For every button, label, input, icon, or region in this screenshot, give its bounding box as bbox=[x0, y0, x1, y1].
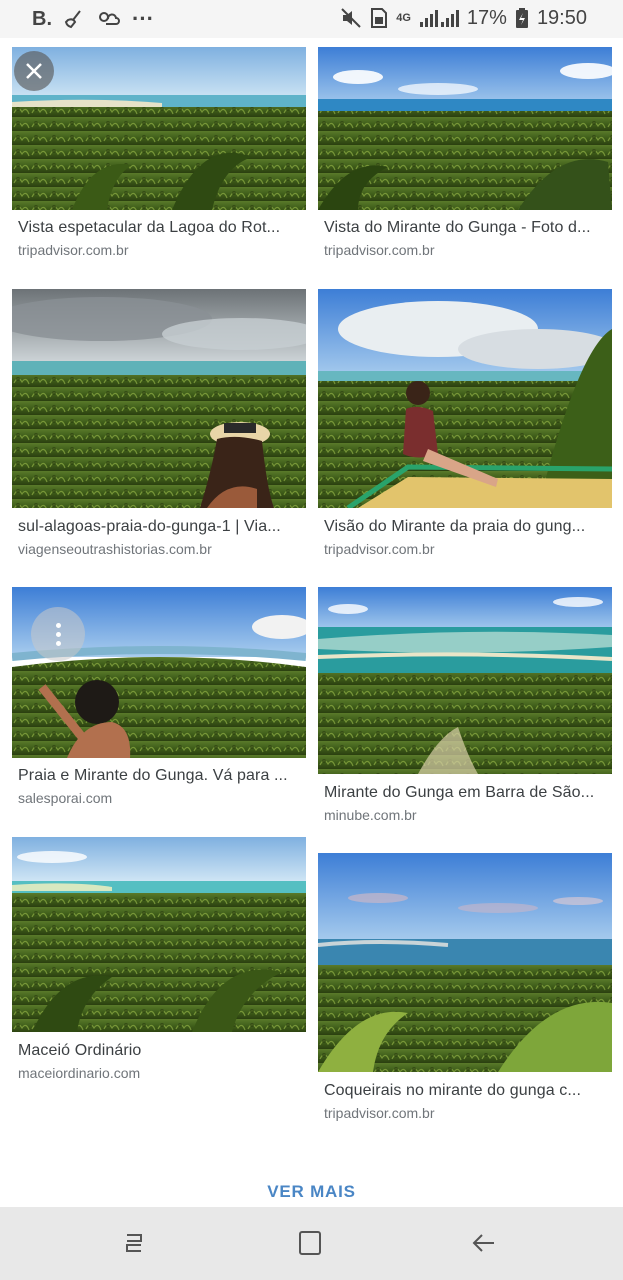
battery-icon bbox=[515, 6, 529, 30]
result-card[interactable]: Praia e Mirante do Gunga. Vá para ... sa… bbox=[12, 587, 306, 812]
result-source: minube.com.br bbox=[324, 807, 417, 823]
result-thumbnail[interactable] bbox=[12, 47, 306, 210]
sim-icon bbox=[370, 6, 388, 30]
result-title[interactable]: Vista espetacular da Lagoa do Rot... bbox=[18, 219, 300, 237]
more-options-button[interactable] bbox=[31, 607, 85, 661]
result-title[interactable]: Mirante do Gunga em Barra de São... bbox=[324, 784, 606, 802]
broom-icon bbox=[64, 7, 84, 31]
result-thumbnail[interactable] bbox=[318, 587, 612, 774]
result-source: tripadvisor.com.br bbox=[324, 1105, 435, 1121]
result-thumbnail[interactable] bbox=[12, 837, 306, 1032]
network-type: 4G bbox=[396, 12, 411, 24]
result-title[interactable]: Coqueirais no mirante do gunga c... bbox=[324, 1082, 606, 1100]
home-button[interactable] bbox=[294, 1227, 326, 1259]
more-dots-icon: ··· bbox=[132, 6, 154, 31]
result-source: tripadvisor.com.br bbox=[18, 242, 129, 258]
result-thumbnail[interactable] bbox=[318, 853, 612, 1072]
result-card[interactable]: Mirante do Gunga em Barra de São... minu… bbox=[318, 587, 612, 832]
b-app-icon: B. bbox=[32, 7, 52, 30]
mute-icon bbox=[340, 6, 362, 30]
back-icon bbox=[472, 1234, 494, 1252]
result-source: tripadvisor.com.br bbox=[324, 541, 435, 557]
result-title[interactable]: Praia e Mirante do Gunga. Vá para ... bbox=[18, 767, 300, 785]
home-icon bbox=[299, 1231, 321, 1255]
result-thumbnail[interactable] bbox=[318, 47, 612, 210]
result-card[interactable]: Maceió Ordinário maceiordinario.com bbox=[12, 837, 306, 1087]
result-thumbnail[interactable] bbox=[318, 289, 612, 508]
status-right: 4G 17% 19:50 bbox=[340, 6, 587, 30]
result-card[interactable]: sul-alagoas-praia-do-gunga-1 | Via... vi… bbox=[12, 289, 306, 564]
status-left: B. ··· bbox=[32, 6, 154, 32]
result-title[interactable]: Visão do Mirante da praia do gung... bbox=[324, 518, 606, 536]
close-button[interactable] bbox=[14, 51, 54, 91]
dot-icon bbox=[55, 640, 61, 646]
result-card[interactable]: Vista espetacular da Lagoa do Rot... tri… bbox=[12, 47, 306, 267]
result-title[interactable]: Maceió Ordinário bbox=[18, 1042, 300, 1060]
result-source: tripadvisor.com.br bbox=[324, 242, 435, 258]
weather-icon bbox=[96, 7, 120, 31]
battery-percent: 17% bbox=[466, 6, 507, 29]
status-bar: B. ··· 4G 17% 19:50 bbox=[0, 0, 623, 38]
result-card[interactable]: Coqueirais no mirante do gunga c... trip… bbox=[318, 853, 612, 1128]
result-thumbnail[interactable] bbox=[12, 289, 306, 508]
signal-icon bbox=[419, 6, 459, 30]
back-button[interactable] bbox=[468, 1227, 500, 1259]
result-source: maceiordinario.com bbox=[18, 1065, 141, 1081]
result-title[interactable]: sul-alagoas-praia-do-gunga-1 | Via... bbox=[18, 518, 300, 536]
navigation-bar bbox=[0, 1207, 623, 1280]
result-card[interactable]: Vista do Mirante do Gunga - Foto d... tr… bbox=[318, 47, 612, 267]
result-source: viagenseoutrashistorias.com.br bbox=[18, 541, 212, 557]
result-title[interactable]: Vista do Mirante do Gunga - Foto d... bbox=[324, 219, 606, 237]
dot-icon bbox=[55, 631, 61, 637]
recents-icon bbox=[126, 1234, 142, 1252]
dot-icon bbox=[55, 622, 61, 628]
see-more-button[interactable]: VER MAIS bbox=[0, 1182, 623, 1202]
result-source: salesporai.com bbox=[18, 790, 113, 806]
close-icon bbox=[26, 63, 42, 79]
result-card[interactable]: Visão do Mirante da praia do gung... tri… bbox=[318, 289, 612, 564]
clock: 19:50 bbox=[536, 6, 587, 29]
recents-button[interactable] bbox=[119, 1227, 151, 1259]
